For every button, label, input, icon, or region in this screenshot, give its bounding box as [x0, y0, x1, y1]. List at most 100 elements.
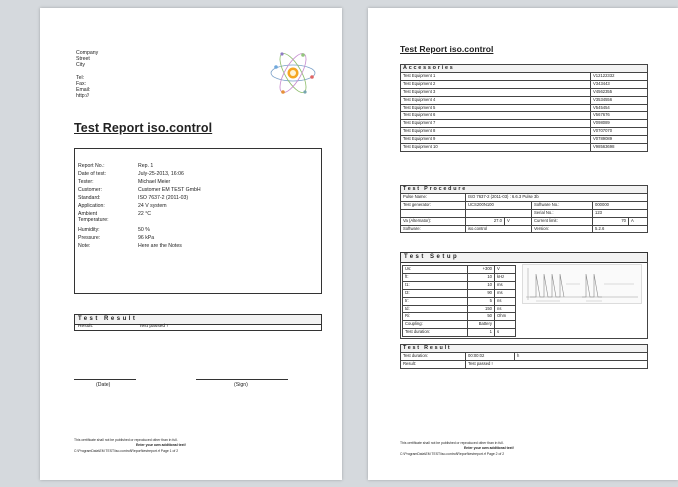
equipment-id: V545454: [590, 103, 648, 113]
date-line: [74, 379, 136, 380]
footer-disclaimer: This certificate shall not be published …: [74, 438, 178, 442]
info-label: Date of test:: [78, 171, 106, 177]
info-value: Michael Meier: [138, 179, 171, 185]
current-label: Current limit:: [531, 216, 593, 226]
address-line: http://: [76, 93, 89, 100]
table-row: t1: 10 ms: [402, 280, 516, 290]
report-page-1: Company Street City Tel: Fax: Email: htt…: [40, 8, 342, 480]
duration-label: Test duration:: [400, 351, 466, 361]
setup-value: 150: [467, 304, 495, 314]
equipment-name: Test Equipment 9: [400, 135, 591, 145]
table-row: Test Equipment 10 V98563698: [400, 143, 648, 152]
setup-value: +300: [467, 265, 495, 274]
sign-label: (Sign): [234, 382, 248, 388]
equipment-id: V567676: [590, 111, 648, 121]
serial-no-label: Serial No.:: [531, 208, 593, 218]
pulse-name-value: ISO 7637-2 (2011-03) : 6.6.3 Pulse 3b: [465, 192, 648, 202]
duration-value: 00:00:02: [465, 351, 515, 361]
equipment-name: Test Equipment 1: [400, 71, 591, 81]
version-label: Version:: [531, 224, 593, 234]
current-value: 70: [592, 216, 629, 226]
serial-no-value: 123: [592, 208, 648, 218]
setup-unit: kHz: [494, 272, 516, 282]
test-result-row: Result: Test passed !: [74, 323, 322, 331]
table-row: Test Equipment 8 V0707070: [400, 127, 648, 137]
table-row: td: 150 ns: [402, 304, 516, 314]
setup-unit: V: [494, 265, 516, 274]
equipment-name: Test Equipment 8: [400, 127, 591, 137]
table-row: Software: iso.control Version: 5.2.6: [400, 224, 648, 234]
setup-unit: ms: [494, 288, 516, 298]
setup-label: td:: [402, 304, 468, 314]
equipment-name: Test Equipment 2: [400, 79, 591, 89]
table-row: Test Equipment 4 V3534556: [400, 95, 648, 105]
accessories-heading: Accessories: [400, 64, 648, 73]
table-row: Test Equipment 9 V0789089: [400, 135, 648, 145]
table-row: t3: 90 ms: [402, 288, 516, 298]
setup-label: ft:: [402, 272, 468, 282]
equipment-name: Test Equipment 7: [400, 119, 591, 129]
test-procedure-table: Test Procedure Pulse Name: ISO 7637-2 (2…: [400, 185, 648, 234]
setup-value: 5: [467, 296, 495, 306]
info-label: Tester:: [78, 179, 94, 185]
equipment-name: Test Equipment 10: [400, 143, 591, 152]
table-row: Test generator: UCS200N100 Software No.:…: [400, 200, 648, 210]
table-row: Result: Test passed !: [400, 359, 648, 369]
current-unit: A: [628, 216, 648, 226]
setup-unit: Ohm: [494, 312, 516, 322]
info-label: Ambient Temperature:: [78, 211, 109, 224]
report-title: Test Report iso.control: [400, 44, 494, 54]
equipment-id: V0789089: [590, 135, 648, 145]
equipment-id: V098089: [590, 119, 648, 129]
software-value: iso.control: [465, 224, 532, 234]
va-value: 27.0: [465, 216, 505, 226]
equipment-id: V98563698: [590, 143, 648, 152]
equipment-name: Test Equipment 3: [400, 87, 591, 97]
setup-label: t3:: [402, 288, 468, 298]
setup-label: Ri:: [402, 312, 468, 322]
report-page-2: Test Report iso.control Accessories Test…: [368, 8, 678, 480]
footer-custom-text: Enter your own additional text!: [464, 446, 514, 450]
table-row: tr: 5 ns: [402, 296, 516, 306]
footer-path: C:\ProgramData\EM TEST\iso.control\Repor…: [400, 452, 505, 456]
info-value: 96 kPa: [138, 235, 155, 241]
software-no-value: 000000: [592, 200, 648, 210]
setup-label: t1:: [402, 280, 468, 290]
software-label: Software:: [400, 224, 466, 234]
table-row: Serial No.: 123: [400, 208, 648, 218]
table-row: Test Equipment 2 V343443: [400, 79, 648, 89]
table-row: ft: 10 kHz: [402, 272, 516, 282]
info-label: Note:: [78, 243, 91, 249]
va-label: Va (Alternator):: [400, 216, 466, 226]
va-unit: V: [504, 216, 532, 226]
setup-value: Battery: [467, 320, 495, 330]
footer-disclaimer: This certificate shall not be published …: [400, 441, 504, 445]
setup-label: tr:: [402, 296, 468, 306]
info-value: Customer EM TEST GmbH: [138, 187, 201, 193]
info-label: Report No.:: [78, 163, 105, 169]
equipment-id: V12122332: [590, 71, 648, 81]
info-value: Here are the Notes: [138, 243, 182, 249]
info-value: 22 °C: [138, 211, 152, 217]
table-row: Test duration: 00:00:02 h: [400, 351, 648, 361]
info-value: July-25-2013, 16:06: [138, 171, 184, 177]
table-row: Ri: 50 Ohm: [402, 312, 516, 322]
table-row: Test Equipment 5 V545454: [400, 103, 648, 113]
info-value: Rep. 1: [138, 163, 154, 169]
version-value: 5.2.6: [592, 224, 648, 234]
equipment-name: Test Equipment 6: [400, 111, 591, 121]
info-label: Pressure:: [78, 235, 101, 241]
setup-value: 10: [467, 272, 495, 282]
duration-unit: h: [514, 351, 648, 361]
setup-label: Us:: [402, 265, 468, 274]
pulse-name-label: Pulse Name:: [400, 192, 466, 202]
table-row: Coupling: Battery: [402, 320, 516, 330]
signature-line: [196, 379, 288, 380]
equipment-name: Test Equipment 4: [400, 95, 591, 105]
table-row: Pulse Name: ISO 7637-2 (2011-03) : 6.6.3…: [400, 192, 648, 202]
info-value: 24 V system: [138, 203, 167, 209]
equipment-id: V343443: [590, 79, 648, 89]
test-setup-table: Us: +300 V ft: 10 kHz t1: 10 ms t3: 90 ms tr: 5 ns…: [402, 265, 516, 338]
test-result-table: Test Result Test duration: 00:00:02 h Re…: [400, 344, 648, 369]
setup-value: 10: [467, 280, 495, 290]
